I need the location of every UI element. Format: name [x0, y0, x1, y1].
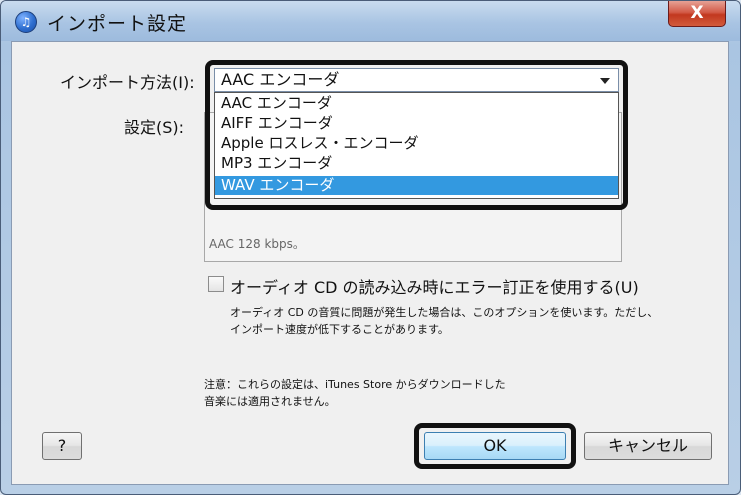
- title-bar[interactable]: ♫ インポート設定 X: [1, 1, 740, 41]
- import-method-selected-value: AAC エンコーダ: [221, 70, 340, 89]
- import-method-dropdown-list: AAC エンコーダ AIFF エンコーダ Apple ロスレス・エンコーダ MP…: [214, 92, 619, 199]
- error-correction-help-line-2: インポート速度が低下することがあります。: [230, 323, 449, 336]
- settings-details-text: AAC 128 kbps。: [209, 237, 305, 251]
- note-line-2: 音楽には適用されません。: [204, 395, 336, 408]
- dropdown-option-mp3[interactable]: MP3 エンコーダ: [215, 154, 618, 173]
- error-correction-help-line-1: オーディオ CD の音質に問題が発生した場合は、このオプションを使います。ただし…: [230, 306, 659, 319]
- settings-label: 設定(S):: [124, 118, 185, 137]
- itunes-app-icon: ♫: [15, 11, 37, 33]
- close-button[interactable]: X: [668, 1, 726, 27]
- import-method-select[interactable]: AAC エンコーダ: [214, 68, 619, 92]
- help-button[interactable]: ?: [42, 432, 82, 460]
- import-method-label: インポート方法(I):: [60, 73, 195, 92]
- import-settings-dialog: ♫ インポート設定 X インポート方法(I): 設定(S): AAC 128 k…: [0, 0, 741, 495]
- cancel-button[interactable]: キャンセル: [584, 432, 712, 460]
- dialog-title: インポート設定: [47, 13, 188, 35]
- error-correction-checkbox[interactable]: [208, 276, 224, 292]
- dropdown-option-aac[interactable]: AAC エンコーダ: [215, 94, 618, 113]
- note-line-1: 注意：これらの設定は、iTunes Store からダウンロードした: [204, 378, 506, 391]
- dropdown-option-aiff[interactable]: AIFF エンコーダ: [215, 114, 618, 133]
- dropdown-option-apple-lossless[interactable]: Apple ロスレス・エンコーダ: [215, 134, 618, 153]
- dropdown-arrow-icon[interactable]: [600, 78, 610, 84]
- dialog-body: インポート方法(I): 設定(S): AAC 128 kbps。 AAC エンコ…: [11, 41, 729, 485]
- dropdown-option-wav[interactable]: WAV エンコーダ: [215, 176, 618, 195]
- error-correction-label[interactable]: オーディオ CD の読み込み時にエラー訂正を使用する(U): [230, 274, 639, 298]
- ok-button[interactable]: OK: [424, 432, 566, 460]
